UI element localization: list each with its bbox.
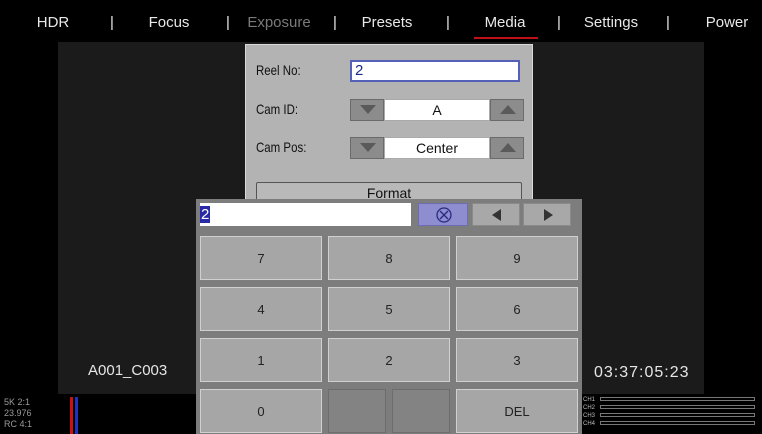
key-9[interactable]: 9 xyxy=(456,236,578,280)
chevron-down-icon xyxy=(360,143,376,152)
key-5[interactable]: 5 xyxy=(328,287,450,331)
cam-pos-value: Center xyxy=(384,137,490,159)
framerate-info: 23.976 xyxy=(4,408,32,418)
reel-number-label: Reel No: xyxy=(256,62,301,78)
keypad-entry-value: 2 xyxy=(200,206,211,223)
menu-separator: | xyxy=(110,14,114,31)
menu-separator: | xyxy=(333,14,337,31)
cam-pos-up-button[interactable] xyxy=(490,137,524,159)
numeric-keypad: 2 7 8 9 4 5 6 1 2 3 0 DEL xyxy=(196,199,582,434)
menu-separator: | xyxy=(557,14,561,31)
cursor-left-button[interactable] xyxy=(472,203,520,226)
blank-key xyxy=(392,389,450,433)
cam-id-value: A xyxy=(384,99,490,121)
menu-separator: | xyxy=(226,14,230,31)
key-3[interactable]: 3 xyxy=(456,338,578,382)
key-2[interactable]: 2 xyxy=(328,338,450,382)
reel-number-field[interactable]: 2 xyxy=(350,60,520,82)
keypad-entry-field[interactable]: 2 xyxy=(200,203,411,226)
key-7[interactable]: 7 xyxy=(200,236,322,280)
arrow-left-icon xyxy=(492,209,501,221)
blank-key xyxy=(328,389,386,433)
chevron-up-icon xyxy=(500,143,516,152)
cam-pos-label: Cam Pos: xyxy=(256,139,307,155)
key-8[interactable]: 8 xyxy=(328,236,450,280)
chevron-up-icon xyxy=(500,105,516,114)
menu-separator: | xyxy=(446,14,450,31)
top-menu-bar: HDR | Focus | Exposure | Presets | Media… xyxy=(0,0,762,42)
cam-pos-down-button[interactable] xyxy=(350,137,384,159)
clip-name: A001_C003 xyxy=(88,362,168,379)
cam-id-down-button[interactable] xyxy=(350,99,384,121)
chevron-down-icon xyxy=(360,105,376,114)
key-6[interactable]: 6 xyxy=(456,287,578,331)
format-button[interactable]: Format xyxy=(256,182,522,201)
tab-power[interactable]: Power xyxy=(702,12,752,34)
cursor-right-button[interactable] xyxy=(523,203,571,226)
timecode: 03:37:05:23 xyxy=(594,364,690,381)
audio-channel-label: CH2 xyxy=(583,405,596,411)
tab-media[interactable]: Media xyxy=(474,12,538,39)
audio-channel-label: CH4 xyxy=(583,421,596,427)
cam-id-up-button[interactable] xyxy=(490,99,524,121)
audio-meter xyxy=(600,421,755,425)
audio-meter xyxy=(600,413,755,417)
resolution-info: 5K 2:1 xyxy=(4,397,31,407)
delete-key[interactable]: DEL xyxy=(456,389,578,433)
audio-meter xyxy=(600,397,755,401)
tab-focus[interactable]: Focus xyxy=(144,12,194,34)
histogram-red-bar xyxy=(70,397,73,434)
tab-hdr[interactable]: HDR xyxy=(34,12,72,34)
arrow-right-icon xyxy=(544,209,553,221)
key-4[interactable]: 4 xyxy=(200,287,322,331)
tab-presets[interactable]: Presets xyxy=(355,12,419,34)
audio-channel-label: CH1 xyxy=(583,397,596,403)
compression-info: RC 4:1 xyxy=(4,419,33,429)
cam-id-label: Cam ID: xyxy=(256,101,299,117)
audio-channel-label: CH3 xyxy=(583,413,596,419)
clear-button[interactable] xyxy=(418,203,468,226)
media-settings-panel: Reel No: 2 Cam ID: A Cam Pos: Center For… xyxy=(245,44,533,201)
menu-separator: | xyxy=(666,14,670,31)
tab-exposure: Exposure xyxy=(247,14,311,31)
key-0[interactable]: 0 xyxy=(200,389,322,433)
tab-settings[interactable]: Settings xyxy=(578,12,644,34)
histogram-blue-bar xyxy=(75,397,78,434)
circle-x-icon xyxy=(436,207,452,223)
key-1[interactable]: 1 xyxy=(200,338,322,382)
audio-meter xyxy=(600,405,755,409)
